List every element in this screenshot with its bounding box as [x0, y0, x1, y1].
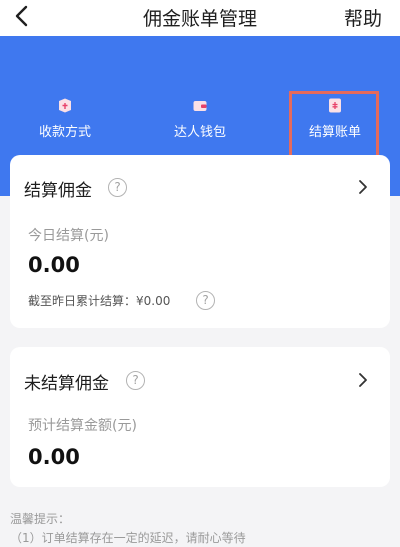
estimated-settlement-amount: 0.00 — [28, 445, 80, 469]
tips-title: 温馨提示： — [10, 512, 71, 526]
wallet-icon — [193, 101, 207, 111]
help-button[interactable]: 帮助 — [344, 4, 382, 31]
entry-label: 达人钱包 — [173, 125, 226, 140]
today-settled-label: 今日结算(元) — [28, 228, 109, 244]
tips-line: （1）订单结算存在一定的延迟，请耐心等待 — [10, 531, 246, 545]
chevron-right-icon[interactable] — [354, 371, 372, 389]
entry-talent-wallet[interactable]: 达人钱包 — [145, 98, 255, 140]
help-circle-icon[interactable]: ? — [196, 291, 215, 310]
cumulative-settled-text: 截至昨日累计结算：¥0.00 — [28, 294, 171, 308]
entry-payment-method[interactable]: 收款方式 — [10, 98, 120, 140]
chevron-right-icon[interactable] — [354, 178, 372, 196]
unsettled-commission-card[interactable]: 未结算佣金 ? 预计结算金额(元) 0.00 — [10, 347, 390, 487]
settled-commission-card[interactable]: 结算佣金 ? 今日结算(元) 0.00 截至昨日累计结算：¥0.00 ? — [10, 155, 390, 328]
entry-label: 收款方式 — [38, 125, 91, 140]
help-circle-icon[interactable]: ? — [126, 371, 145, 390]
card-title: 未结算佣金 — [24, 374, 109, 394]
today-settled-amount: 0.00 — [28, 253, 80, 277]
top-bar: 佣金账单管理 帮助 — [0, 0, 400, 36]
card-title: 结算佣金 — [24, 181, 92, 201]
estimated-settlement-label: 预计结算金额(元) — [28, 418, 137, 434]
payment-box-icon — [59, 98, 71, 113]
page-title: 佣金账单管理 — [142, 8, 257, 30]
help-circle-icon[interactable]: ? — [108, 178, 127, 197]
